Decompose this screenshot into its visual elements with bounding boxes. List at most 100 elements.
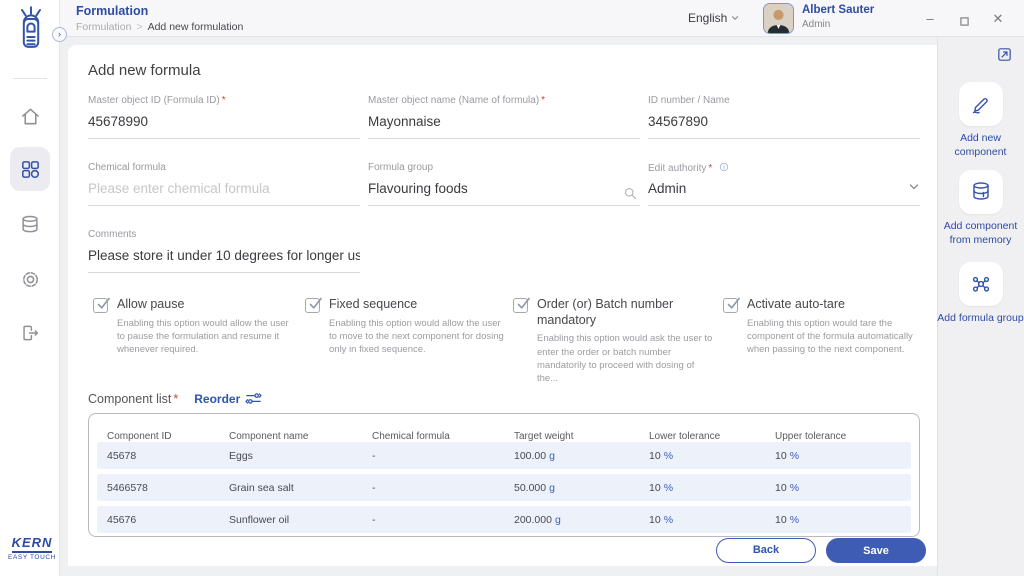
option-description: Enabling this option would ask the user …	[537, 333, 713, 385]
check-icon	[517, 297, 530, 309]
breadcrumb-parent[interactable]: Formulation	[76, 21, 131, 33]
action-label: Add component from memory	[943, 220, 1018, 246]
reorder-icon	[245, 393, 262, 404]
sidebar-divider	[13, 78, 47, 79]
window-minimize-button[interactable]: –	[922, 11, 938, 27]
avatar[interactable]	[763, 3, 794, 34]
cell-upper-tolerance: 10%	[775, 449, 800, 462]
edit-authority-select[interactable]: Admin	[648, 181, 920, 206]
option-fixed-sequence: Fixed sequence Enabling this option woul…	[305, 297, 505, 357]
sidebar-item-home[interactable]	[10, 96, 50, 136]
sidebar-item-logout[interactable]	[10, 313, 50, 353]
action-add-component-from-memory[interactable]: Add component from memory	[937, 170, 1024, 247]
add-formula-group-button[interactable]	[958, 262, 1003, 306]
action-add-formula-group[interactable]: Add formula group	[937, 262, 1024, 326]
kern-logo-text: KERN	[11, 535, 53, 553]
col-header: Target weight	[514, 431, 574, 442]
order-batch-checkbox[interactable]	[513, 297, 530, 313]
table-header-row: Component ID Component name Chemical for…	[89, 414, 919, 442]
pencil-component-icon	[972, 98, 988, 114]
action-label: Add formula group	[937, 312, 1024, 324]
kern-logo: KERN EASY TOUCH	[6, 534, 58, 561]
component-list-label: Component list *	[88, 391, 179, 406]
option-title: Fixed sequence	[329, 297, 418, 311]
info-icon[interactable]	[719, 162, 729, 172]
molecule-group-icon	[972, 276, 989, 292]
breadcrumb-current: Add new formulation	[147, 21, 244, 33]
col-header: Lower tolerance	[649, 431, 721, 442]
allow-pause-checkbox[interactable]	[93, 297, 110, 313]
option-title: Allow pause	[117, 297, 185, 311]
field-id-number: ID number / Name	[648, 95, 920, 139]
home-icon	[21, 108, 39, 124]
field-label: Formula group	[368, 162, 434, 173]
col-header: Component ID	[107, 431, 172, 442]
save-button[interactable]: Save	[826, 538, 926, 563]
option-activate-auto-tare: Activate auto-tare Enabling this option …	[723, 297, 923, 357]
option-title: Order (or) Batch number mandatory	[537, 297, 674, 327]
action-add-new-component[interactable]: Add new component	[937, 82, 1024, 159]
component-table-card: Component ID Component name Chemical for…	[88, 413, 920, 537]
sidebar-expand-button[interactable]: ›	[52, 27, 67, 42]
sidebar-item-database[interactable]	[10, 205, 50, 245]
auto-tare-checkbox[interactable]	[723, 297, 740, 313]
table-row[interactable]: 45678 Eggs - 100.00 g 10% 10%	[97, 442, 911, 469]
sidebar-item-settings[interactable]	[10, 259, 50, 299]
kern-logo-tagline: EASY TOUCH	[8, 554, 56, 561]
field-master-object-name: Master object name (Name of formula) *	[368, 95, 640, 139]
cell-component-id: 45676	[107, 513, 137, 526]
option-description: Enabling this option would allow the use…	[329, 317, 504, 356]
breadcrumb-separator: >	[136, 21, 143, 33]
option-description: Enabling this option would tare the comp…	[747, 317, 913, 356]
window-maximize-button[interactable]	[956, 11, 972, 27]
cell-lower-tolerance: 10%	[649, 481, 674, 494]
form-heading: Add new formula	[88, 62, 201, 79]
cell-component-name: Sunflower oil	[229, 513, 290, 526]
cell-component-id: 45678	[107, 449, 137, 462]
panel-expand-icon[interactable]	[996, 46, 1013, 63]
col-header: Component name	[229, 431, 309, 442]
reorder-button[interactable]: Reorder	[194, 391, 262, 406]
option-title: Activate auto-tare	[747, 297, 845, 311]
id-number-input[interactable]	[648, 114, 920, 139]
breadcrumb: Formulation > Add new formulation	[76, 21, 243, 33]
language-selector[interactable]: English	[688, 11, 740, 25]
action-label: Add new component	[954, 132, 1007, 158]
chemical-formula-input[interactable]	[88, 181, 360, 206]
cell-chemical-formula: -	[372, 449, 376, 462]
cell-chemical-formula: -	[372, 481, 376, 494]
gear-icon	[22, 271, 38, 287]
field-label: Master object ID (Formula ID) *	[88, 95, 226, 106]
comments-input[interactable]	[88, 248, 360, 273]
field-label: ID number / Name	[648, 95, 730, 106]
sidebar-item-modules[interactable]	[10, 147, 50, 191]
option-description: Enabling this option would allow the use…	[117, 317, 289, 356]
add-new-component-button[interactable]	[958, 82, 1003, 126]
apps-grid-icon	[21, 160, 39, 178]
component-list-header: Component list * Reorder	[88, 391, 262, 406]
language-label: English	[688, 11, 728, 25]
user-role: Admin	[802, 19, 831, 30]
table-row[interactable]: 45676 Sunflower oil - 200.000 g 10% 10%	[97, 506, 911, 533]
master-object-id-input[interactable]	[88, 114, 360, 139]
window-close-button[interactable]: ✕	[990, 11, 1006, 27]
cell-target-weight: 100.00 g	[514, 449, 555, 462]
search-icon[interactable]	[623, 186, 638, 206]
check-icon	[309, 297, 322, 309]
back-button[interactable]: Back	[716, 538, 816, 563]
user-name[interactable]: Albert Sauter	[802, 4, 874, 16]
logout-icon	[23, 325, 39, 341]
field-chemical-formula: Chemical formula	[88, 162, 360, 206]
avatar-photo	[764, 4, 793, 33]
fixed-sequence-checkbox[interactable]	[305, 297, 322, 313]
table-row[interactable]: 5466578 Grain sea salt - 50.000 g 10% 10%	[97, 474, 911, 501]
cell-upper-tolerance: 10%	[775, 481, 800, 494]
top-header: Formulation Formulation > Add new formulat…	[60, 0, 1024, 37]
master-object-name-input[interactable]	[368, 114, 640, 139]
cell-target-weight: 50.000 g	[514, 481, 555, 494]
field-label: Chemical formula	[88, 162, 166, 173]
formula-group-input[interactable]	[368, 181, 640, 206]
add-component-from-memory-button[interactable]	[958, 170, 1003, 214]
col-header: Chemical formula	[372, 431, 450, 442]
field-label: Comments	[88, 229, 137, 240]
